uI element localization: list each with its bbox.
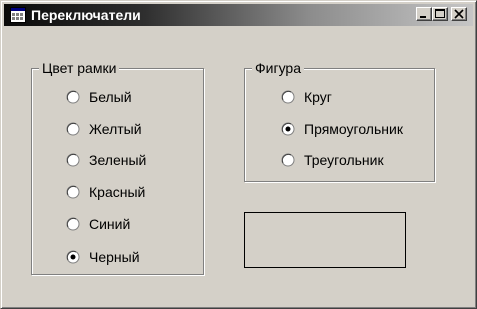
radio-green-label: Зеленый bbox=[89, 152, 147, 168]
radio-unchecked-icon bbox=[66, 185, 80, 199]
shape-preview-rectangle bbox=[244, 212, 406, 268]
radio-red[interactable]: Красный bbox=[66, 182, 145, 202]
radio-triangle-label: Треугольник bbox=[304, 152, 384, 168]
radio-unchecked-icon bbox=[66, 153, 80, 167]
radio-white-label: Белый bbox=[89, 89, 132, 105]
radio-black[interactable]: Черный bbox=[66, 247, 140, 267]
radio-blue-label: Синий bbox=[89, 216, 131, 232]
title-bar[interactable]: Переключатели bbox=[4, 4, 473, 26]
radio-rectangle-label: Прямоугольник bbox=[304, 121, 403, 137]
radio-unchecked-icon bbox=[66, 90, 80, 104]
radio-unchecked-icon bbox=[281, 153, 295, 167]
maximize-icon bbox=[435, 9, 445, 18]
minimize-button[interactable] bbox=[416, 7, 432, 21]
radio-white[interactable]: Белый bbox=[66, 87, 132, 107]
frame-color-group-label: Цвет рамки bbox=[39, 60, 120, 76]
maximize-button[interactable] bbox=[432, 7, 448, 21]
main-window: Переключатели Цвет рамки Фигура Белый Же… bbox=[0, 0, 477, 309]
minimize-icon bbox=[420, 16, 426, 18]
close-icon bbox=[454, 9, 464, 19]
radio-green[interactable]: Зеленый bbox=[66, 150, 146, 170]
radio-circle-label: Круг bbox=[304, 89, 332, 105]
window-title: Переключатели bbox=[31, 7, 141, 23]
radio-blue[interactable]: Синий bbox=[66, 214, 130, 234]
radio-yellow-label: Желтый bbox=[89, 121, 142, 137]
radio-yellow[interactable]: Желтый bbox=[66, 119, 142, 139]
radio-black-label: Черный bbox=[89, 249, 140, 265]
shape-group-label: Фигура bbox=[252, 60, 304, 76]
radio-red-label: Красный bbox=[89, 184, 146, 200]
app-window-icon[interactable] bbox=[10, 7, 26, 23]
radio-rectangle[interactable]: Прямоугольник bbox=[281, 119, 403, 139]
radio-unchecked-icon bbox=[66, 122, 80, 136]
radio-checked-icon bbox=[281, 122, 295, 136]
radio-unchecked-icon bbox=[281, 90, 295, 104]
radio-circle[interactable]: Круг bbox=[281, 87, 332, 107]
radio-triangle[interactable]: Треугольник bbox=[281, 150, 384, 170]
radio-checked-icon bbox=[66, 250, 80, 264]
close-button[interactable] bbox=[451, 7, 467, 21]
radio-unchecked-icon bbox=[66, 217, 80, 231]
